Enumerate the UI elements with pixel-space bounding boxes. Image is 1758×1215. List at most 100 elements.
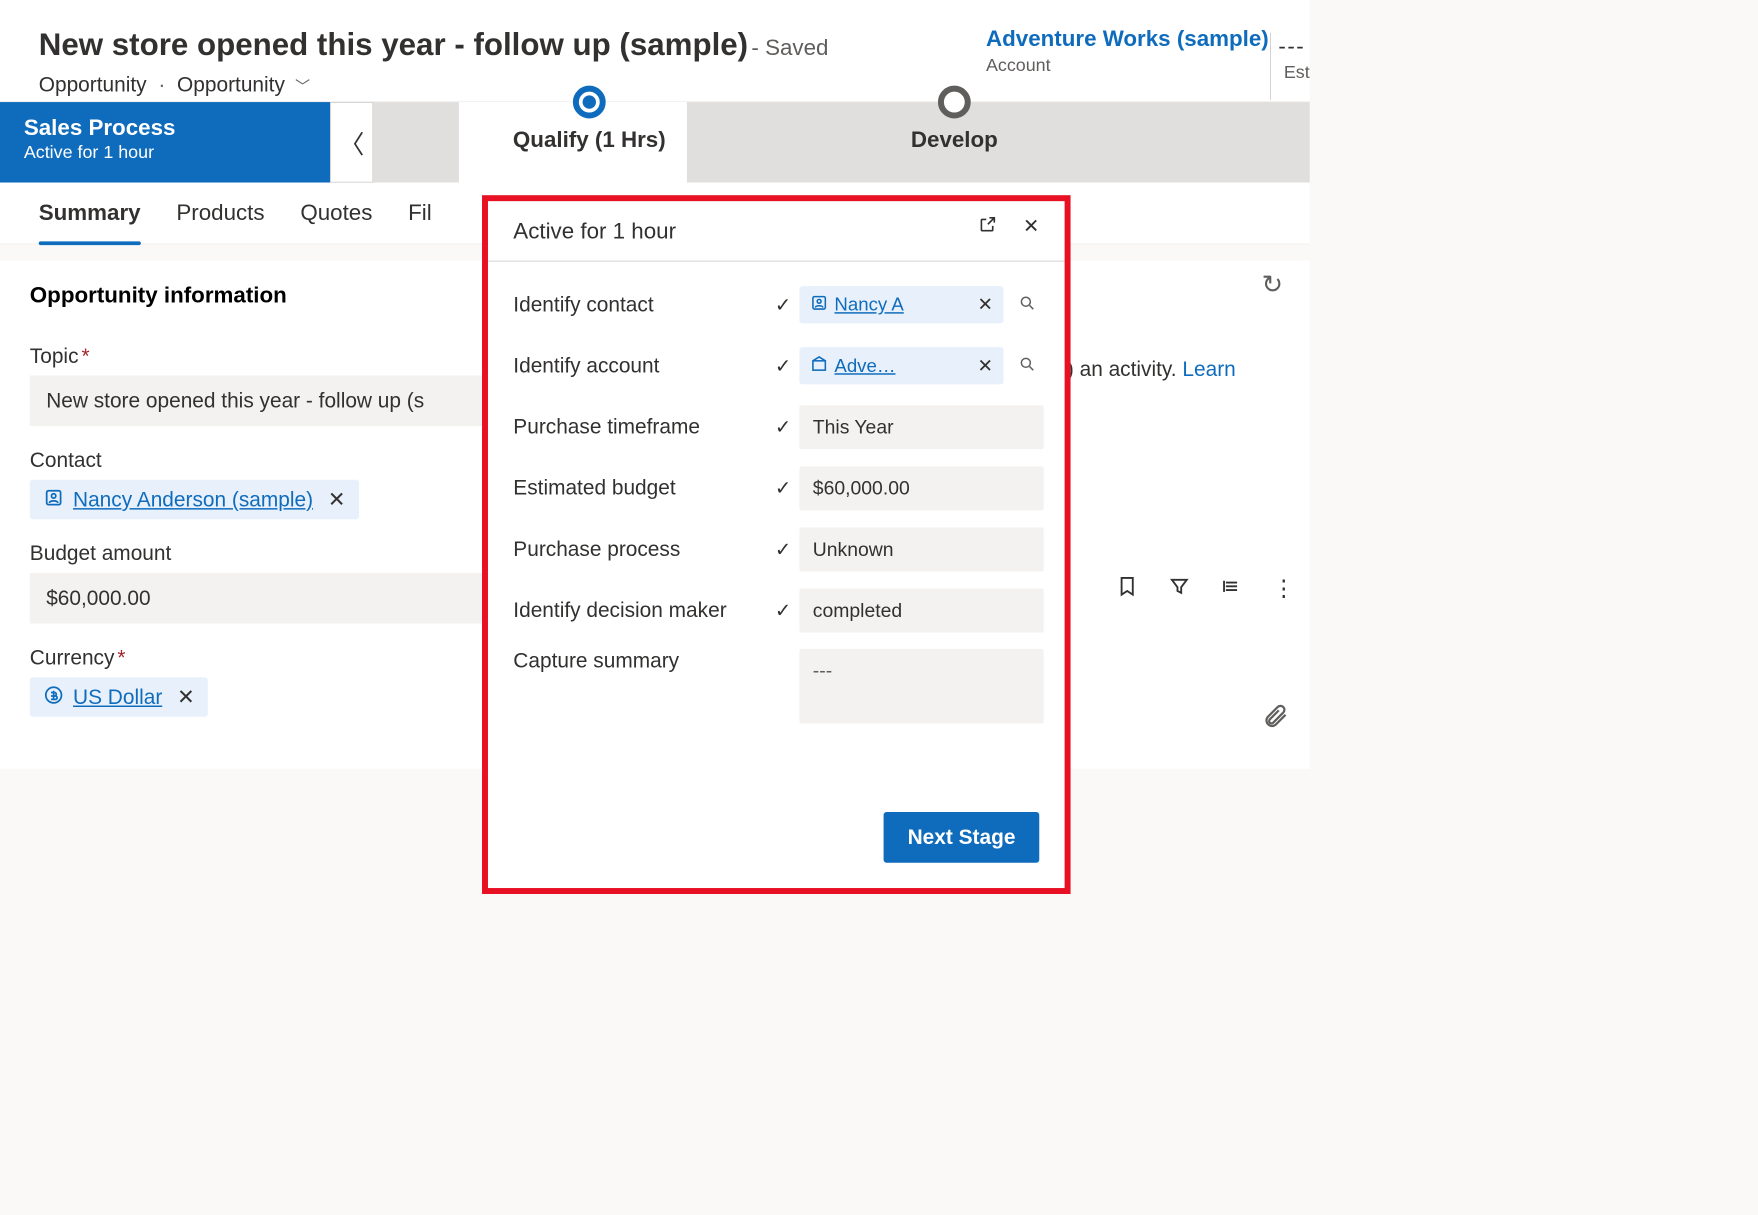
contact-label: Contact <box>30 448 492 472</box>
check-icon: ✓ <box>767 415 800 438</box>
refresh-icon[interactable]: ↻ <box>1262 270 1283 300</box>
est-label: Est <box>1284 63 1310 84</box>
flyout-body: Identify contact ✓ Nancy A ✕ Identify ac… <box>488 261 1065 747</box>
stage-indicator-active-icon <box>573 86 606 119</box>
popout-icon[interactable] <box>978 214 997 237</box>
budget-label: Budget amount <box>30 542 492 566</box>
next-stage-button[interactable]: Next Stage <box>884 812 1039 863</box>
header-more-dots: --- <box>1278 34 1305 59</box>
row-purchase-timeframe: Purchase timeframe ✓ This Year <box>513 405 1043 450</box>
stage-qualify-label: Qualify (1 Hrs) <box>513 127 666 152</box>
contact-icon <box>810 294 829 316</box>
check-icon: ✓ <box>767 476 800 499</box>
search-icon[interactable] <box>1018 355 1036 376</box>
remove-icon[interactable]: ✕ <box>977 355 993 377</box>
tab-quotes[interactable]: Quotes <box>300 200 372 243</box>
account-label: Account <box>986 55 1269 76</box>
check-icon: ✓ <box>767 293 800 316</box>
account-icon <box>810 355 829 377</box>
chevron-left-icon: 〈 <box>339 124 364 161</box>
estimated-budget-value[interactable]: $60,000.00 <box>799 466 1043 510</box>
purchase-timeframe-value[interactable]: This Year <box>799 405 1043 449</box>
currency-lookup-pill[interactable]: US Dollar ✕ <box>30 677 208 716</box>
process-collapse-button[interactable]: 〈 <box>330 102 373 182</box>
remove-contact-icon[interactable]: ✕ <box>328 487 345 512</box>
hint-text: an activity. <box>1080 358 1183 381</box>
check-icon: ✓ <box>767 599 800 622</box>
flyout-title: Active for 1 hour <box>513 219 676 244</box>
decision-maker-value[interactable]: completed <box>799 588 1043 632</box>
identify-contact-label: Identify contact <box>513 293 766 317</box>
field-contact: Contact Nancy Anderson (sample) ✕ <box>30 448 492 519</box>
subtitle-line: Opportunity · Opportunity ﹀ <box>39 73 829 97</box>
field-topic: Topic* <box>30 344 492 426</box>
budget-input[interactable] <box>30 573 492 624</box>
row-purchase-process: Purchase process ✓ Unknown <box>513 527 1043 572</box>
chevron-down-icon[interactable]: ﹀ <box>295 79 310 95</box>
row-identify-account: Identify account ✓ Adve… ✕ <box>513 343 1043 388</box>
row-capture-summary: Capture summary --- <box>513 649 1043 724</box>
capture-summary-label: Capture summary <box>513 649 766 673</box>
tab-files[interactable]: Fil <box>408 200 432 243</box>
tab-products[interactable]: Products <box>176 200 264 243</box>
check-icon: ✓ <box>767 538 800 561</box>
remove-currency-icon[interactable]: ✕ <box>177 685 194 710</box>
close-icon[interactable]: ✕ <box>1023 214 1039 237</box>
decision-maker-label: Identify decision maker <box>513 598 766 622</box>
field-budget: Budget amount <box>30 542 492 624</box>
process-strip: Sales Process Active for 1 hour 〈 Qualif… <box>0 102 1310 182</box>
currency-icon <box>43 685 64 709</box>
subtitle-separator: · <box>158 73 165 96</box>
currency-label-text: Currency <box>30 646 115 669</box>
contact-lookup-pill[interactable]: Nancy Anderson (sample) ✕ <box>30 480 359 519</box>
identify-contact-value[interactable]: Nancy A ✕ <box>799 286 1043 323</box>
stage-qualify[interactable]: Qualify (1 Hrs) <box>463 102 716 182</box>
identify-contact-link[interactable]: Nancy A <box>834 294 971 316</box>
row-identify-contact: Identify contact ✓ Nancy A ✕ <box>513 282 1043 327</box>
record-title: New store opened this year - follow up (… <box>39 27 748 62</box>
field-currency: Currency* US Dollar ✕ <box>30 646 492 717</box>
required-asterisk: * <box>81 344 89 367</box>
flyout-header: Active for 1 hour ✕ <box>488 201 1065 261</box>
row-estimated-budget: Estimated budget ✓ $60,000.00 <box>513 466 1043 511</box>
record-header: New store opened this year - follow up (… <box>0 0 1310 102</box>
account-block[interactable]: Adventure Works (sample) Account <box>986 27 1271 97</box>
stage-flyout: Active for 1 hour ✕ Identify contact ✓ N… <box>482 195 1071 894</box>
topic-input[interactable] <box>30 375 492 426</box>
identify-account-link[interactable]: Adve… <box>834 355 971 377</box>
identify-account-value[interactable]: Adve… ✕ <box>799 347 1043 384</box>
filter-icon[interactable] <box>1168 575 1190 601</box>
form-selector[interactable]: Opportunity <box>177 73 285 96</box>
bookmark-icon[interactable] <box>1116 575 1138 601</box>
header-divider <box>1270 33 1271 100</box>
topic-label-text: Topic <box>30 344 79 367</box>
search-icon[interactable] <box>1018 294 1036 315</box>
flyout-header-icons: ✕ <box>978 214 1039 237</box>
more-icon[interactable]: ⋮ <box>1272 575 1294 601</box>
check-icon: ✓ <box>767 354 800 377</box>
attachment-icon[interactable] <box>1262 702 1289 733</box>
identify-account-label: Identify account <box>513 354 766 378</box>
purchase-process-value[interactable]: Unknown <box>799 527 1043 571</box>
capture-summary-value[interactable]: --- <box>799 649 1043 724</box>
process-header[interactable]: Sales Process Active for 1 hour <box>0 102 330 182</box>
estimated-budget-label: Estimated budget <box>513 476 766 500</box>
learn-link[interactable]: Learn <box>1182 358 1235 381</box>
timeline-toolbar: ⋮ <box>1116 575 1295 601</box>
currency-link[interactable]: US Dollar <box>73 685 162 709</box>
stage-develop[interactable]: Develop <box>850 102 1059 182</box>
row-decision-maker: Identify decision maker ✓ completed <box>513 588 1043 633</box>
purchase-timeframe-label: Purchase timeframe <box>513 415 766 439</box>
purchase-process-label: Purchase process <box>513 537 766 561</box>
title-block: New store opened this year - follow up (… <box>39 27 829 97</box>
tab-summary[interactable]: Summary <box>39 200 141 243</box>
account-link[interactable]: Adventure Works (sample) <box>986 27 1269 52</box>
required-asterisk: * <box>117 646 125 669</box>
entity-name: Opportunity <box>39 73 147 96</box>
contact-link[interactable]: Nancy Anderson (sample) <box>73 488 313 512</box>
sort-icon[interactable] <box>1220 575 1242 601</box>
topic-label: Topic* <box>30 344 492 368</box>
activity-hint: ) an activity. Learn <box>1067 358 1236 382</box>
remove-icon[interactable]: ✕ <box>977 294 993 316</box>
save-status: - Saved <box>751 36 828 61</box>
